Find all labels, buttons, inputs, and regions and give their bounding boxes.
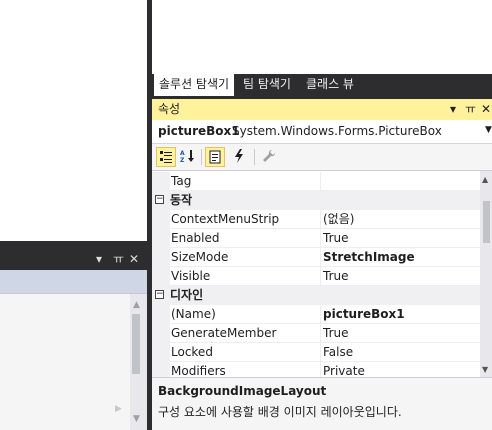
properties-titlebar: 속성 ▾ ㅠ ✕: [152, 99, 492, 120]
tab-solution-explorer[interactable]: 솔루션 탐색기: [154, 74, 235, 96]
description-text: 구성 요소에 사용할 배경 이미지 레이아웃입니다.: [158, 405, 402, 419]
property-name: Modifiers: [170, 362, 321, 377]
solution-explorer-content: [152, 0, 492, 74]
category-label: 디자인: [170, 288, 204, 302]
tab-team-explorer[interactable]: 팀 탐색기: [238, 74, 296, 94]
property-name: (Name): [170, 305, 321, 324]
collapse-icon[interactable]: −: [155, 195, 164, 204]
left-panel-toolbar: [0, 270, 147, 294]
property-row-enabled[interactable]: Enabled True: [152, 229, 483, 248]
left-tool-panel: ▾ ㅠ ✕ ▲ ▼ ▶: [0, 249, 147, 430]
chevron-down-icon[interactable]: ▾: [450, 101, 456, 118]
category-design[interactable]: − 디자인: [152, 286, 480, 305]
category-label: 동작: [170, 193, 193, 207]
svg-text:Z: Z: [180, 157, 185, 163]
scroll-right-icon[interactable]: ▶: [115, 404, 122, 414]
property-name: ContextMenuStrip: [170, 210, 321, 229]
left-panel-scroll-thumb[interactable]: [132, 314, 140, 374]
description-title: BackgroundImageLayout: [158, 384, 327, 398]
object-name: pictureBox1: [158, 124, 240, 138]
property-name: SizeMode: [170, 248, 321, 267]
property-value[interactable]: True: [320, 324, 483, 343]
chevron-down-icon[interactable]: ▾: [96, 251, 102, 267]
property-value[interactable]: True: [320, 229, 483, 248]
properties-title: 속성: [158, 102, 181, 116]
property-value[interactable]: pictureBox1: [320, 305, 483, 324]
property-row-locked[interactable]: Locked False: [152, 343, 483, 362]
property-value[interactable]: False: [320, 343, 483, 362]
pin-icon[interactable]: ㅠ: [113, 251, 124, 267]
scroll-down-icon[interactable]: ▼: [133, 414, 140, 424]
property-row-sizemode[interactable]: SizeMode StretchImage: [152, 248, 483, 267]
property-row-name[interactable]: (Name) pictureBox1: [152, 305, 483, 324]
property-value[interactable]: Private: [320, 362, 483, 377]
property-value[interactable]: True: [320, 267, 483, 286]
property-grid[interactable]: Tag − 동작 ContextMenuStrip (없음) Enabled T…: [152, 171, 492, 377]
property-row-visible[interactable]: Visible True: [152, 267, 483, 286]
property-name: Visible: [170, 267, 321, 286]
close-icon[interactable]: ✕: [129, 251, 139, 267]
property-description-pane: BackgroundImageLayout 구성 요소에 사용할 배경 이미지 …: [152, 377, 492, 430]
property-row-contextmenustrip[interactable]: ContextMenuStrip (없음): [152, 210, 483, 229]
pin-icon[interactable]: ㅠ: [465, 101, 476, 118]
properties-icon[interactable]: [205, 147, 225, 167]
property-name: GenerateMember: [170, 324, 321, 343]
property-row-tag[interactable]: Tag: [152, 172, 483, 191]
close-icon[interactable]: ✕: [481, 101, 491, 118]
property-name: Enabled: [170, 229, 321, 248]
chevron-down-icon[interactable]: ▼: [485, 125, 492, 135]
properties-window: 속성 ▾ ㅠ ✕ pictureBox1 System.Windows.Form…: [152, 99, 492, 430]
object-type: System.Windows.Forms.PictureBox: [232, 124, 442, 138]
categorized-icon[interactable]: [156, 147, 176, 167]
tab-class-view[interactable]: 클래스 뷰: [301, 74, 359, 94]
wrench-icon[interactable]: [259, 147, 279, 167]
property-name: Tag: [170, 172, 321, 191]
collapse-icon[interactable]: −: [155, 290, 164, 299]
category-behavior[interactable]: − 동작: [152, 191, 480, 210]
svg-text:A: A: [180, 150, 185, 157]
property-row-generatemember[interactable]: GenerateMember True: [152, 324, 483, 343]
property-value[interactable]: [320, 172, 483, 191]
property-grid-scroll-thumb[interactable]: [483, 201, 490, 243]
property-value[interactable]: (없음): [320, 210, 483, 229]
form-designer-surface[interactable]: [0, 0, 147, 241]
alphabetical-icon[interactable]: A Z: [178, 147, 198, 167]
lightning-icon[interactable]: [229, 147, 249, 167]
object-selector[interactable]: pictureBox1 System.Windows.Forms.Picture…: [152, 120, 492, 144]
left-panel-titlebar: ▾ ㅠ ✕: [0, 249, 147, 270]
property-name: Locked: [170, 343, 321, 362]
scroll-up-icon[interactable]: ▲: [482, 175, 488, 184]
scroll-down-icon[interactable]: ▼: [482, 365, 488, 374]
tool-window-tabs: 솔루션 탐색기 팀 탐색기 클래스 뷰: [152, 74, 492, 96]
property-row-modifiers[interactable]: Modifiers Private: [152, 362, 480, 377]
property-value[interactable]: StretchImage: [320, 248, 483, 267]
scroll-up-icon[interactable]: ▲: [133, 300, 140, 310]
properties-toolbar: A Z: [152, 144, 492, 171]
